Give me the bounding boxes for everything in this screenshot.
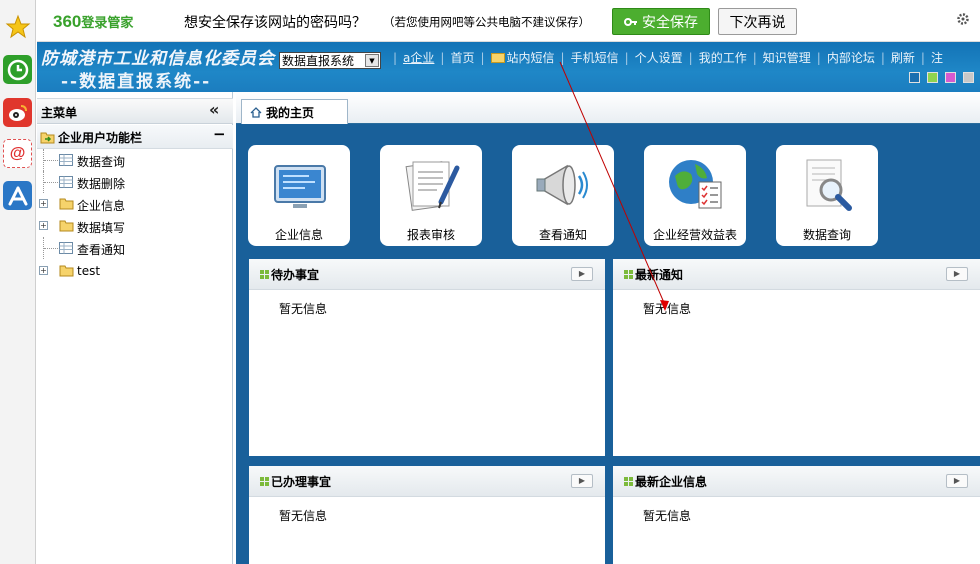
annotation-arrow [559, 61, 669, 311]
